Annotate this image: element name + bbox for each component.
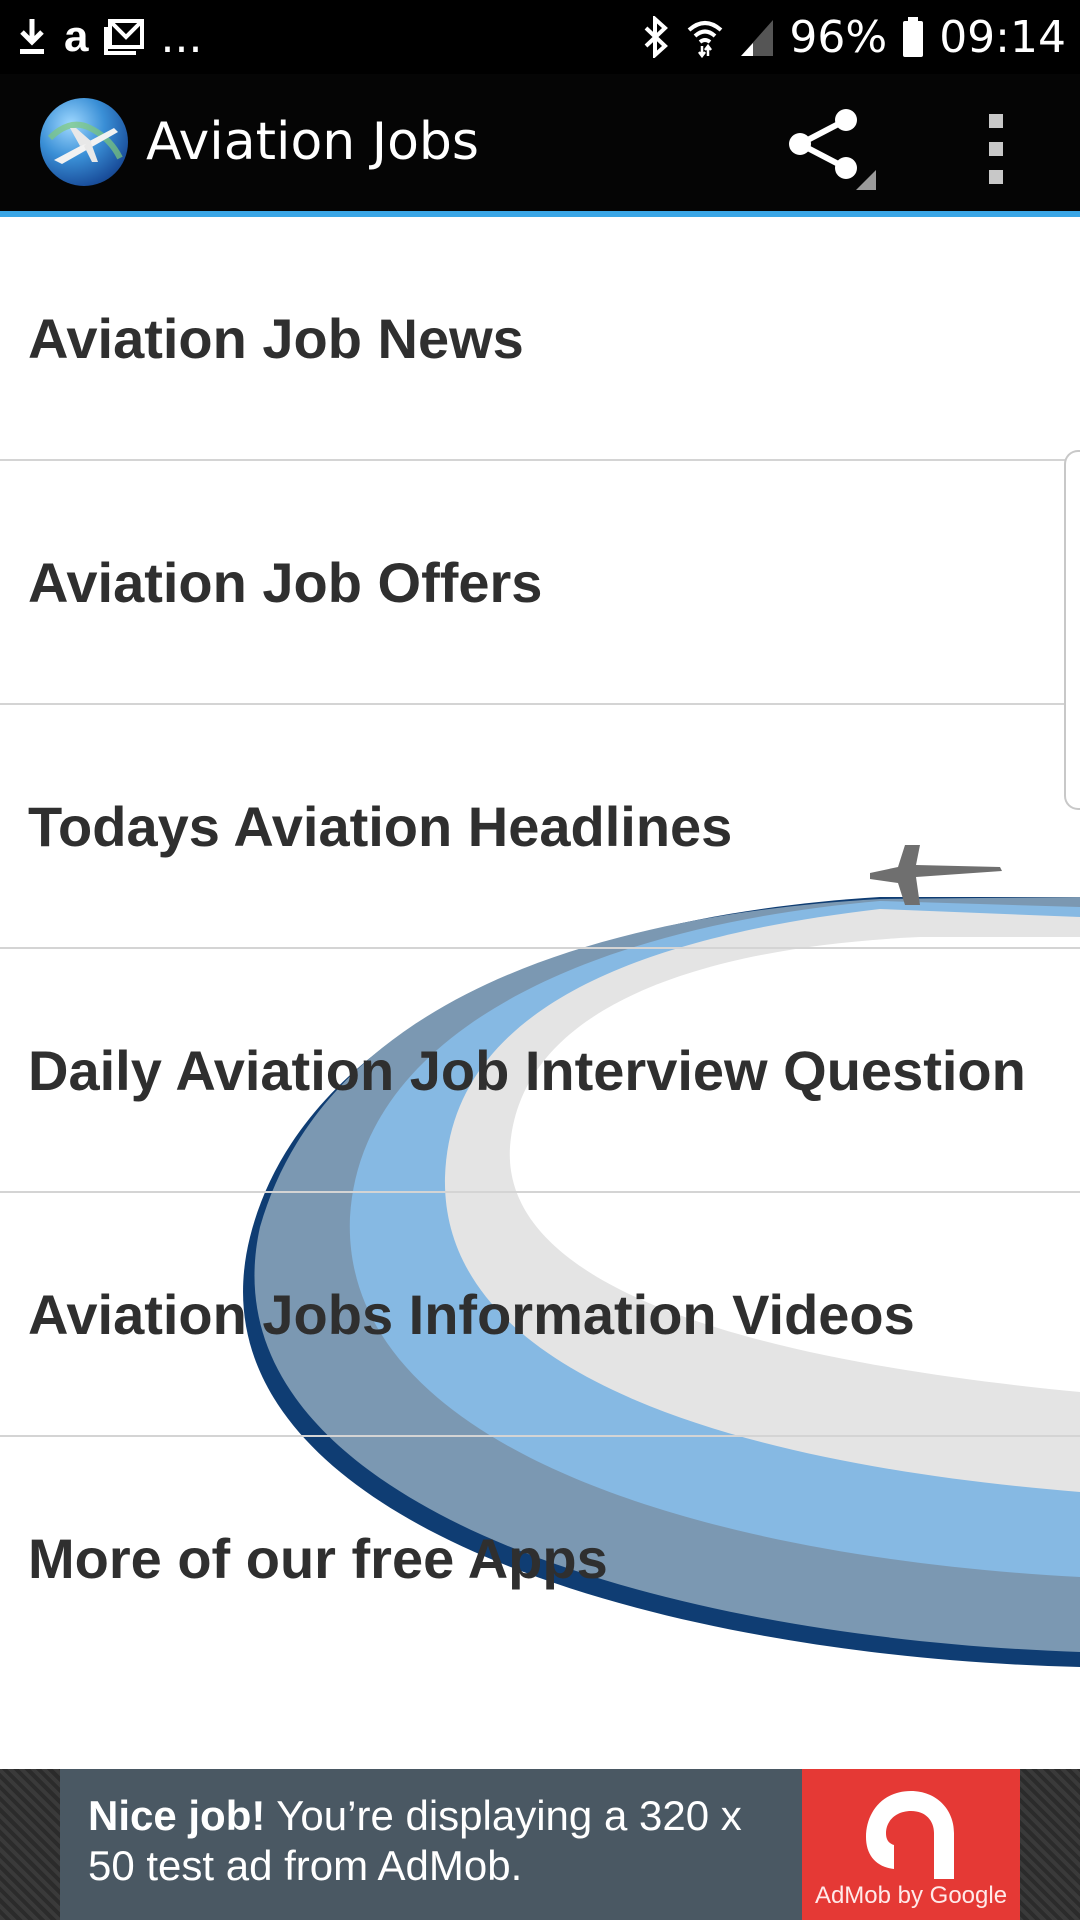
ad-content[interactable]: Nice job! You’re displaying a 320 x 50 t… bbox=[60, 1769, 802, 1920]
ad-headline: Nice job! bbox=[88, 1792, 266, 1839]
app-bar: Aviation Jobs bbox=[0, 74, 1080, 211]
app-title: Aviation Jobs bbox=[146, 112, 479, 172]
menu-item-label: Aviation Job Offers bbox=[28, 550, 543, 614]
overflow-menu-button[interactable] bbox=[976, 104, 1016, 194]
menu-item-label: Aviation Job News bbox=[28, 306, 524, 370]
menu-item-label: Daily Aviation Job Interview Question bbox=[28, 1038, 1026, 1102]
menu-item-headlines[interactable]: Todays Aviation Headlines bbox=[0, 705, 1080, 949]
menu-item-more-apps[interactable]: More of our free Apps bbox=[0, 1437, 1080, 1679]
battery-icon bbox=[903, 17, 924, 57]
menu-item-information-videos[interactable]: Aviation Jobs Information Videos bbox=[0, 1193, 1080, 1437]
ad-logo-caption: AdMob by Google bbox=[814, 1882, 1008, 1909]
admob-logo[interactable]: AdMob by Google bbox=[802, 1769, 1020, 1920]
download-icon bbox=[20, 19, 44, 54]
menu-item-job-offers[interactable]: Aviation Job Offers bbox=[0, 461, 1080, 705]
ad-banner[interactable]: Nice job! You’re displaying a 320 x 50 t… bbox=[0, 1769, 1080, 1920]
battery-percent: 96% bbox=[789, 11, 888, 63]
notification-overflow-dots: ... bbox=[160, 11, 203, 63]
signal-icon bbox=[741, 20, 774, 56]
menu-item-label: More of our free Apps bbox=[28, 1526, 608, 1590]
status-left-icons: a ... bbox=[16, 11, 203, 63]
menu-item-label: Todays Aviation Headlines bbox=[28, 794, 733, 858]
amazon-icon: a bbox=[64, 12, 89, 61]
status-bar: a ... 96% 09:14 bbox=[0, 0, 1080, 74]
status-right-icons: 96% 09:14 bbox=[641, 11, 1066, 63]
app-logo-icon[interactable] bbox=[40, 98, 128, 186]
menu-item-job-news[interactable]: Aviation Job News bbox=[0, 217, 1080, 461]
share-button[interactable] bbox=[780, 104, 880, 194]
bluetooth-icon bbox=[645, 16, 669, 58]
menu-item-interview-question[interactable]: Daily Aviation Job Interview Question bbox=[0, 949, 1080, 1193]
menu-item-label: Aviation Jobs Information Videos bbox=[28, 1282, 915, 1346]
menu-list: Aviation Job News Aviation Job Offers To… bbox=[0, 217, 1080, 1679]
mail-icon bbox=[104, 19, 145, 55]
share-icon bbox=[789, 109, 876, 190]
overflow-menu-icon bbox=[989, 114, 1003, 184]
ad-text: Nice job! You’re displaying a 320 x 50 t… bbox=[88, 1791, 788, 1891]
clock: 09:14 bbox=[939, 11, 1066, 63]
wifi-icon bbox=[688, 21, 723, 58]
scrollbar[interactable] bbox=[1064, 450, 1080, 810]
